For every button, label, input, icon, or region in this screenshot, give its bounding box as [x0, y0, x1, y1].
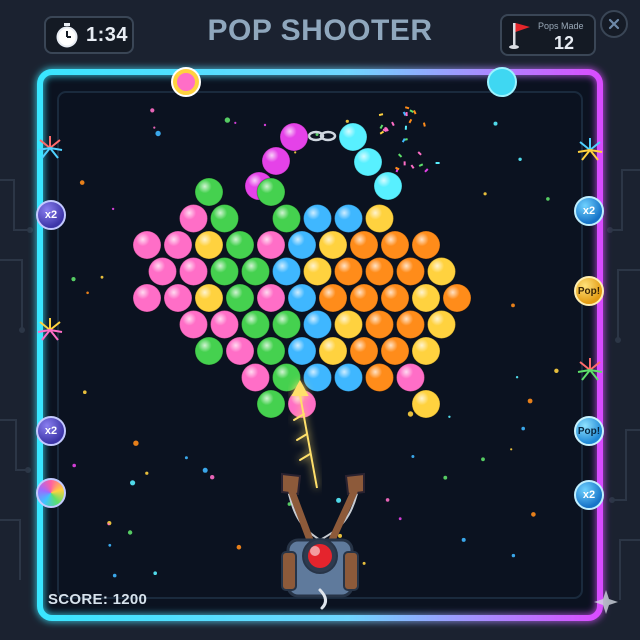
timer-box: 1:34 [44, 16, 134, 54]
flag-icon [509, 23, 530, 49]
powerup-x2[interactable]: x2 [36, 416, 66, 446]
score-label: SCORE: 1200 [48, 591, 148, 608]
powerup-x2[interactable]: x2 [36, 200, 66, 230]
game-title: POP SHOOTER [207, 14, 433, 47]
powerup-x2[interactable]: x2 [574, 196, 604, 226]
close-icon [608, 18, 620, 30]
stopwatch-icon [56, 23, 78, 48]
powerup-rainbow-bubble[interactable] [36, 478, 66, 508]
pops-made-box: Pops Made 12 [500, 14, 596, 56]
pops-made-value: 12 [554, 33, 575, 53]
timer-value: 1:34 [86, 23, 129, 46]
powerup-pop[interactable]: Pop! [574, 416, 604, 446]
powerup-x2[interactable]: x2 [574, 480, 604, 510]
pops-made-label: Pops Made [538, 21, 584, 31]
powerup-pop[interactable]: Pop! [574, 276, 604, 306]
circuit-background [0, 169, 640, 600]
close-button[interactable] [600, 10, 628, 38]
